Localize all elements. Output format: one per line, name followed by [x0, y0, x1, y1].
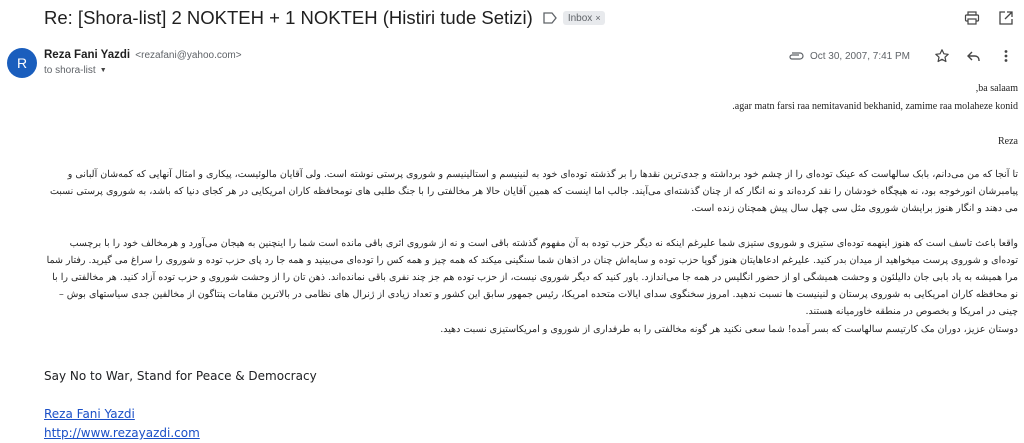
signature-url-link[interactable]: http://www.rezayazdi.com	[44, 426, 200, 440]
signature-name-link[interactable]: Reza Fani Yazdi	[44, 407, 135, 421]
attachment-icon	[788, 51, 804, 61]
greeting-text: ,ba salaam	[975, 83, 1018, 94]
message-date: Oct 30, 2007, 7:41 PM	[809, 50, 910, 62]
body-paragraph-2: واقعا باعث تاسف است که هنوز اینهمه توده‌…	[46, 238, 1018, 317]
remove-label-icon[interactable]: ×	[595, 13, 600, 23]
recipient-text: to shora-list	[44, 65, 96, 76]
more-vert-icon[interactable]	[998, 48, 1014, 64]
inbox-label-text: Inbox	[567, 12, 593, 24]
star-icon[interactable]	[934, 48, 950, 64]
sender-avatar[interactable]: R	[7, 48, 37, 78]
reply-icon[interactable]	[966, 48, 982, 64]
body-paragraph-1: تا آنجا که من می‌دانم، بابک سالهاست که ع…	[49, 169, 1018, 214]
encoding-note: .agar matn farsi raa nemitavanid bekhani…	[732, 101, 1018, 112]
chevron-down-icon[interactable]: ▼	[100, 67, 107, 74]
open-in-new-icon[interactable]	[998, 10, 1014, 26]
body-paragraph-3: دوستان عزیز، دوران مک کارتیسم سالهاست که…	[440, 324, 1018, 335]
label-icon[interactable]	[543, 11, 557, 25]
signoff-text: Reza	[998, 136, 1018, 147]
sender-name[interactable]: Reza Fani Yazdi	[44, 49, 130, 61]
inbox-label-chip[interactable]: Inbox ×	[562, 11, 605, 25]
thread-actions	[964, 10, 1014, 26]
signature-slogan: Say No to War, Stand for Peace & Democra…	[44, 369, 317, 383]
print-icon[interactable]	[964, 10, 980, 26]
subject-row: Re: [Shora-list] 2 NOKTEH + 1 NOKTEH (Hi…	[44, 7, 605, 29]
sender-email: <rezafani@yahoo.com>	[135, 50, 242, 61]
email-subject: Re: [Shora-list] 2 NOKTEH + 1 NOKTEH (Hi…	[44, 7, 533, 28]
sender-line: Reza Fani Yazdi <rezafani@yahoo.com>	[44, 49, 242, 61]
message-meta: Oct 30, 2007, 7:41 PM	[788, 48, 1014, 64]
recipient-line[interactable]: to shora-list ▼	[44, 65, 107, 76]
